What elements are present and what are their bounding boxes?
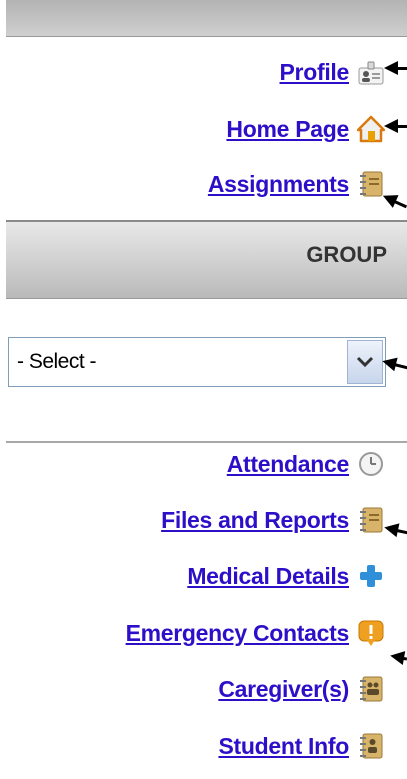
profile-link[interactable]: Profile [280,59,350,86]
nav-item-profile[interactable]: Profile [280,57,385,87]
nav-item-caregivers[interactable]: Caregiver(s) [218,674,385,704]
pointer-arrow-files [391,528,407,535]
nav-item-student-info[interactable]: Student Info [218,731,385,761]
group-title: GROUP [306,242,387,267]
alert-icon [357,619,385,647]
student-notebook-icon [357,732,385,760]
home-icon [357,115,385,143]
pointer-arrow-assignments [389,198,407,209]
group-select[interactable]: - Select - [8,337,386,387]
nav-item-medical-details[interactable]: Medical Details [187,561,385,591]
nav-item-files-and-reports[interactable]: Files and Reports [161,505,385,535]
student-info-link[interactable]: Student Info [218,733,349,760]
divider [6,441,407,443]
top-bar [6,0,407,37]
attendance-link[interactable]: Attendance [227,451,350,478]
profile-card-icon [357,58,385,86]
nav-item-emergency-contacts[interactable]: Emergency Contacts [126,618,385,648]
pointer-arrow-select [389,362,407,370]
pointer-arrow-profile [384,61,407,75]
notebook-icon [357,170,385,198]
nav-item-attendance[interactable]: Attendance [227,449,385,479]
medical-details-link[interactable]: Medical Details [187,563,349,590]
group-select-value: - Select - [17,350,97,373]
pointer-arrow-home [384,119,407,133]
group-header: GROUP [6,220,407,299]
emergency-contacts-link[interactable]: Emergency Contacts [126,620,350,647]
caregivers-notebook-icon [357,675,385,703]
assignments-link[interactable]: Assignments [208,171,349,198]
nav-item-assignments[interactable]: Assignments [208,169,385,199]
clock-icon [357,450,385,478]
pointer-arrow-emergency [397,656,407,661]
home-page-link[interactable]: Home Page [226,116,349,143]
caregivers-link[interactable]: Caregiver(s) [218,676,349,703]
chevron-down-icon[interactable] [347,340,383,384]
notebook-icon [357,506,385,534]
files-and-reports-link[interactable]: Files and Reports [161,507,349,534]
nav-item-home-page[interactable]: Home Page [226,114,385,144]
medical-cross-icon [357,562,385,590]
